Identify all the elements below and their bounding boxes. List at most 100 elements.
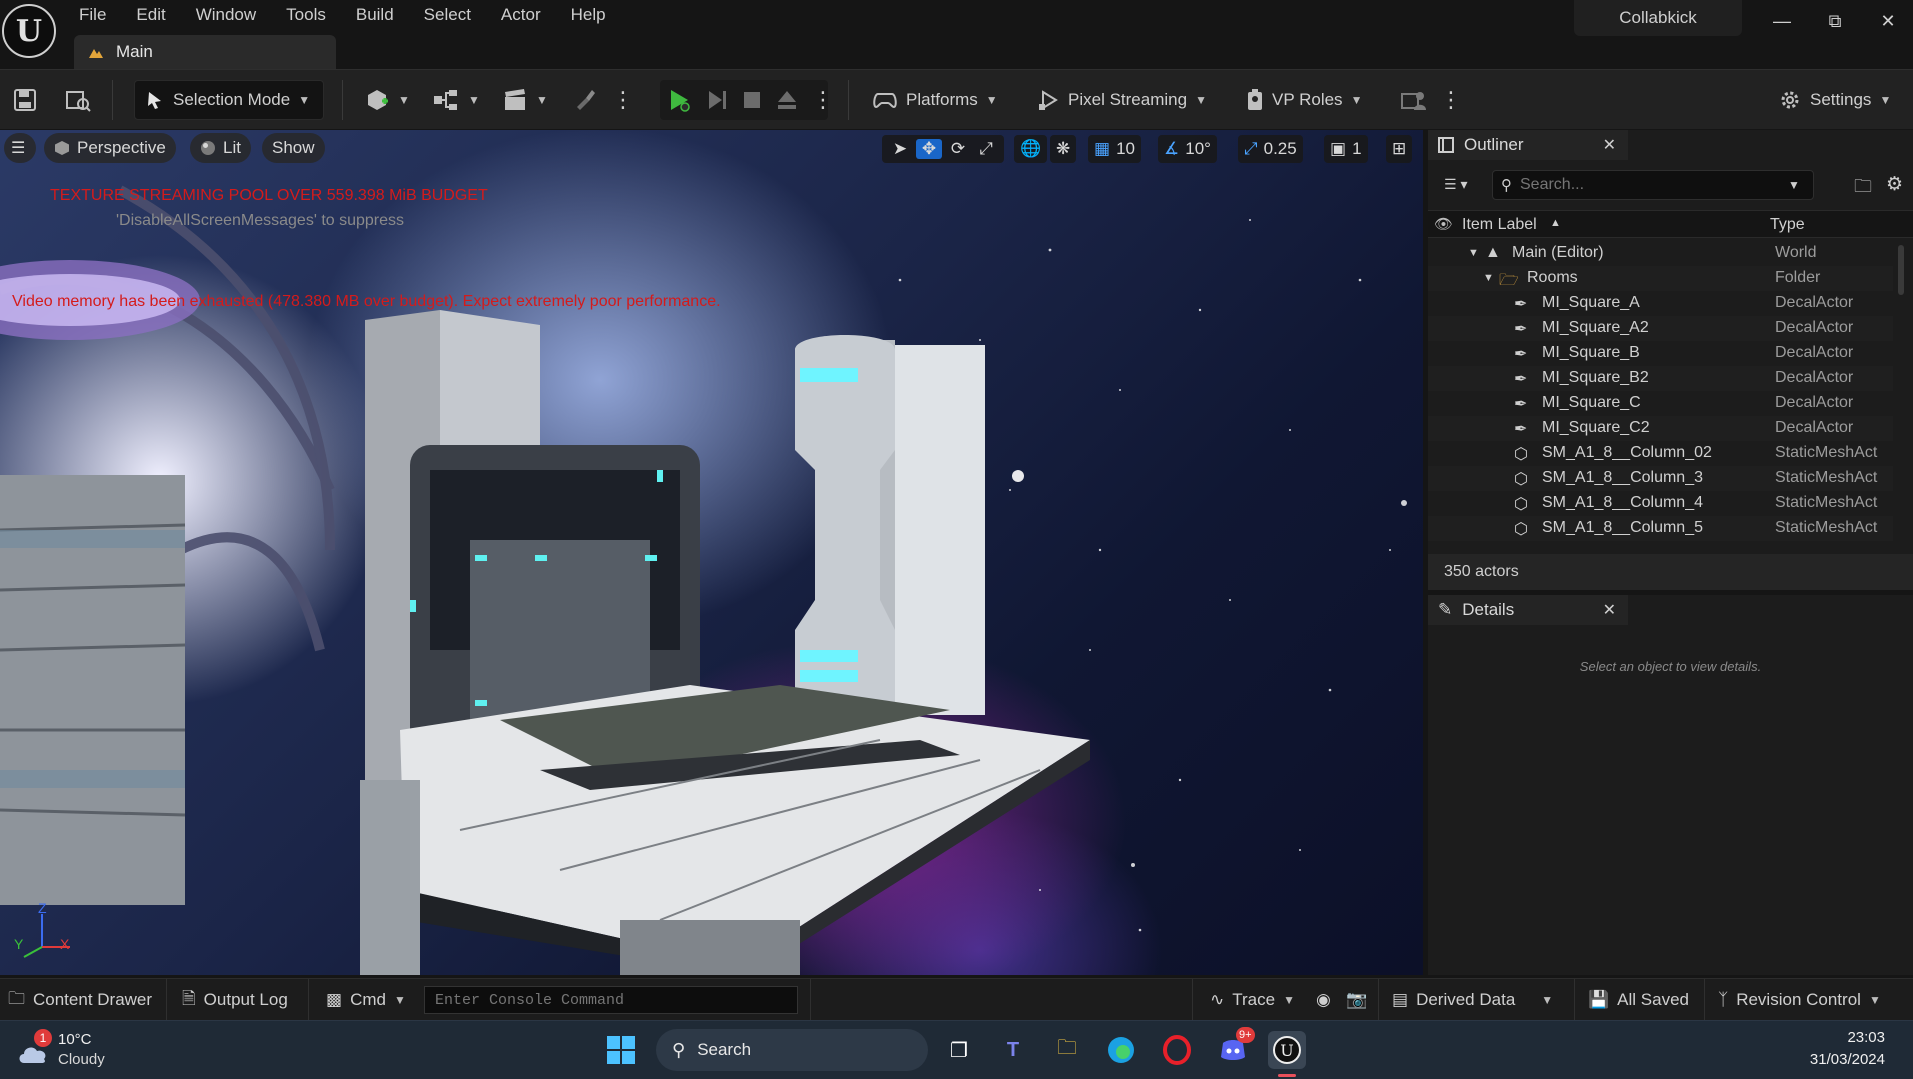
outliner-row-decal[interactable]: ✒ MI_Square_B2 DecalActor <box>1428 366 1893 391</box>
all-saved-button[interactable]: 💾 All Saved <box>1588 987 1689 1013</box>
play-options-icon[interactable]: ⋮ <box>812 80 834 120</box>
cmd-dropdown[interactable]: ▩ Cmd ▼ <box>326 987 406 1013</box>
grid-snap-control[interactable]: ▦ 10 <box>1088 135 1141 163</box>
add-folder-icon[interactable]: 🗀 <box>1854 174 1872 204</box>
discord-icon[interactable]: 9+ <box>1214 1027 1255 1069</box>
outliner-search-input[interactable] <box>1520 176 1780 194</box>
clock-date[interactable]: 31/03/2024 <box>1810 1051 1885 1068</box>
move-tool-icon[interactable]: ✥ <box>916 139 942 159</box>
scale-tool-icon[interactable]: ⤢ <box>974 139 998 159</box>
menu-help[interactable]: Help <box>556 4 621 26</box>
menu-tools[interactable]: Tools <box>271 4 341 26</box>
outliner-search[interactable]: ⚲ ▼ <box>1492 170 1814 200</box>
console-command-input[interactable] <box>424 986 798 1014</box>
surface-snap-toggle[interactable]: ❋ <box>1050 135 1077 163</box>
item-label-column[interactable]: Item Label <box>1462 216 1537 234</box>
derived-data-icon: ▤ <box>1392 990 1409 1009</box>
add-actor-button[interactable]: ▼ <box>364 80 410 120</box>
select-tool-icon[interactable]: ➤ <box>888 139 912 159</box>
outliner-settings-icon[interactable]: ⚙ <box>1886 173 1903 196</box>
level-tab[interactable]: Main <box>74 35 336 69</box>
taskbar-search[interactable]: ⚲ Search <box>656 1029 928 1071</box>
viewport-layout-button[interactable]: ⊞ <box>1386 135 1413 163</box>
task-view-icon[interactable]: ❐ <box>940 1031 978 1069</box>
step-icon[interactable] <box>706 88 728 112</box>
outliner-row-mesh[interactable]: ⬡ SM_A1_8__Column_4 StaticMeshAct <box>1428 491 1893 516</box>
clock-time[interactable]: 23:03 <box>1847 1029 1885 1046</box>
perspective-button[interactable]: Perspective <box>44 133 176 163</box>
pixel-streaming-dropdown[interactable]: Pixel Streaming ▼ <box>1038 80 1207 120</box>
menu-edit[interactable]: Edit <box>121 4 180 26</box>
camera-speed-control[interactable]: ▣ 1 <box>1324 135 1368 163</box>
close-icon[interactable]: ✕ <box>1603 135 1616 155</box>
viewport-menu-button[interactable]: ☰ <box>4 133 36 163</box>
more-tools-icon[interactable]: ⋮ <box>1440 80 1462 120</box>
settings-dropdown[interactable]: Settings ▼ <box>1778 80 1891 120</box>
unreal-logo-icon[interactable]: U <box>2 4 56 58</box>
more-options-icon[interactable]: ⋮ <box>612 80 634 120</box>
output-log-button[interactable]: 🗎 Output Log <box>182 987 288 1013</box>
platforms-dropdown[interactable]: Platforms ▼ <box>872 80 998 120</box>
outliner-row-decal[interactable]: ✒ MI_Square_C DecalActor <box>1428 391 1893 416</box>
world-space-toggle[interactable]: 🌐 <box>1014 135 1048 163</box>
stop-icon[interactable] <box>742 90 762 110</box>
unreal-engine-taskbar-icon[interactable]: U <box>1268 1031 1306 1069</box>
screenshot-button[interactable]: 📷 <box>1346 987 1367 1013</box>
insights-button[interactable]: ◉ <box>1316 987 1331 1013</box>
close-window-icon[interactable]: ✕ <box>1868 6 1908 36</box>
multi-user-button[interactable] <box>1400 80 1428 120</box>
close-icon[interactable]: ✕ <box>1603 600 1616 620</box>
menu-window[interactable]: Window <box>181 4 271 26</box>
rotate-tool-icon[interactable]: ⟳ <box>946 139 970 159</box>
selection-mode-dropdown[interactable]: Selection Mode ▼ <box>134 80 324 120</box>
minimize-icon[interactable]: — <box>1762 6 1802 36</box>
content-drawer-button[interactable]: 🗀 Content Drawer <box>8 987 152 1013</box>
outliner-row-mesh[interactable]: ⬡ SM_A1_8__Column_3 StaticMeshAct <box>1428 466 1893 491</box>
modeling-button[interactable] <box>572 80 598 120</box>
outliner-row-label: Rooms <box>1527 269 1578 286</box>
visibility-eye-icon[interactable]: 👁 <box>1434 215 1453 233</box>
view-mode-button[interactable]: Lit <box>190 133 251 163</box>
level-viewport[interactable]: ☰ Perspective Lit Show ➤ ✥ ⟳ ⤢ 🌐 ❋ ▦ 10 … <box>0 130 1423 975</box>
type-column[interactable]: Type <box>1770 216 1805 234</box>
outliner-row-decal[interactable]: ✒ MI_Square_A DecalActor <box>1428 291 1893 316</box>
chevron-down-icon[interactable]: ▼ <box>1788 178 1800 192</box>
outliner-row-folder[interactable]: ▼ 🗁 Rooms Folder <box>1428 266 1893 291</box>
opera-browser-icon[interactable] <box>1158 1031 1196 1069</box>
scale-snap-control[interactable]: ⤢ 0.25 <box>1238 135 1303 163</box>
play-icon[interactable] <box>666 87 692 113</box>
menu-actor[interactable]: Actor <box>486 4 556 26</box>
menu-file[interactable]: File <box>64 4 121 26</box>
vp-roles-dropdown[interactable]: VP Roles ▼ <box>1246 80 1362 120</box>
outliner-scrollbar[interactable] <box>1898 245 1904 295</box>
eject-icon[interactable] <box>776 89 798 111</box>
restore-icon[interactable]: ⧉ <box>1815 6 1855 36</box>
outliner-row-mesh[interactable]: ⬡ SM_A1_8__Column_5 StaticMeshAct <box>1428 516 1893 541</box>
rotation-snap-control[interactable]: ∡ 10° <box>1158 135 1217 163</box>
file-explorer-icon[interactable]: 🗀 <box>1048 1031 1086 1069</box>
expand-arrow-icon[interactable]: ▼ <box>1468 247 1479 259</box>
teams-icon[interactable]: T <box>994 1031 1032 1069</box>
save-button[interactable] <box>12 80 38 120</box>
browse-button[interactable] <box>64 80 92 120</box>
edge-browser-icon[interactable] <box>1102 1031 1140 1069</box>
cinematics-button[interactable]: ▼ <box>502 80 548 120</box>
details-tab[interactable]: ✎ Details ✕ <box>1428 595 1628 625</box>
outliner-row-decal[interactable]: ✒ MI_Square_A2 DecalActor <box>1428 316 1893 341</box>
windows-start-icon[interactable] <box>602 1031 640 1069</box>
outliner-row-world[interactable]: ▼ ▲ Main (Editor) World <box>1428 241 1893 266</box>
outliner-row-decal[interactable]: ✒ MI_Square_B DecalActor <box>1428 341 1893 366</box>
show-button[interactable]: Show <box>262 133 325 163</box>
revision-control-dropdown[interactable]: ᛉ Revision Control ▼ <box>1718 987 1881 1013</box>
expand-arrow-icon[interactable]: ▼ <box>1483 272 1494 284</box>
menu-build[interactable]: Build <box>341 4 409 26</box>
filter-icon[interactable]: ☰ ▾ <box>1444 176 1467 193</box>
trace-dropdown[interactable]: ∿ Trace ▼ <box>1210 987 1295 1013</box>
outliner-tab[interactable]: Outliner ✕ <box>1428 130 1628 160</box>
derived-data-dropdown[interactable]: ▤ Derived Data ▼ <box>1392 987 1553 1013</box>
outliner-row-mesh[interactable]: ⬡ SM_A1_8__Column_02 StaticMeshAct <box>1428 441 1893 466</box>
blueprints-button[interactable]: ▼ <box>432 80 480 120</box>
outliner-row-decal[interactable]: ✒ MI_Square_C2 DecalActor <box>1428 416 1893 441</box>
menu-bar: File Edit Window Tools Build Select Acto… <box>64 4 621 26</box>
menu-select[interactable]: Select <box>409 4 486 26</box>
